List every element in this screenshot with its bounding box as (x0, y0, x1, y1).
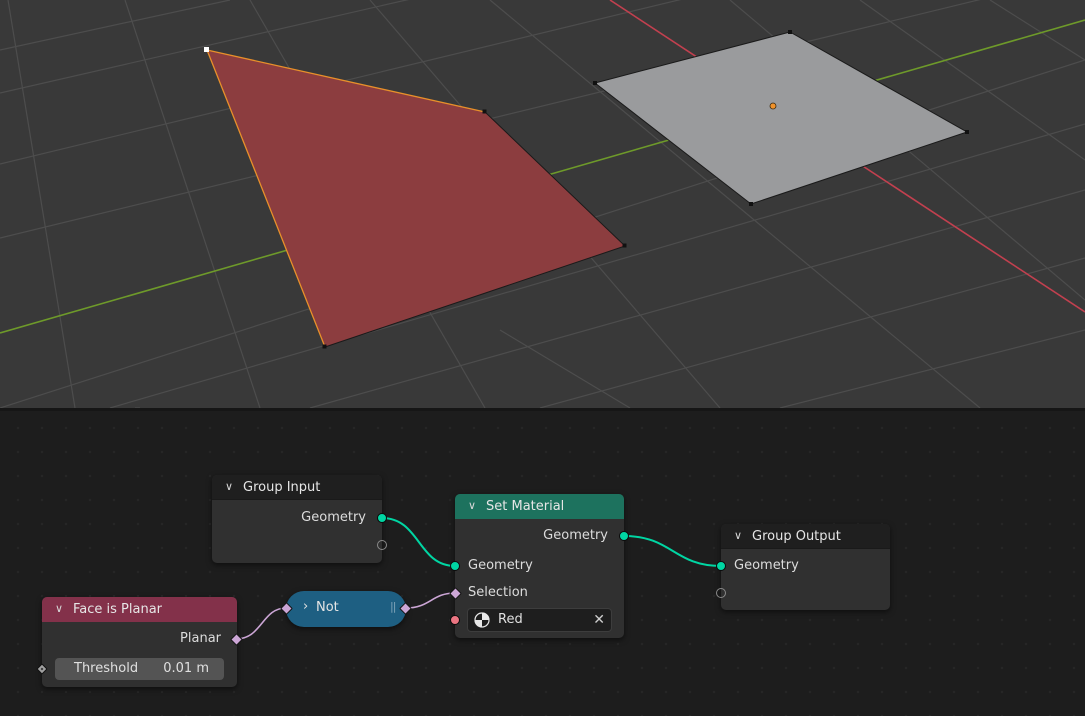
viewport-canvas[interactable] (0, 0, 1085, 408)
link-not-to-selection[interactable] (405, 592, 456, 609)
group-input-node[interactable]: ∨ Group Input Geometry (212, 475, 387, 563)
input-label-geometry: Geometry (468, 558, 533, 573)
not-node[interactable]: › Not || (280, 591, 412, 627)
collapse-chevron-icon[interactable]: ∨ (55, 596, 67, 621)
vertex[interactable] (788, 30, 792, 34)
output-socket-geometry[interactable] (619, 531, 629, 541)
input-socket-threshold[interactable] (36, 663, 48, 675)
input-socket-empty[interactable] (716, 588, 726, 598)
planar-face[interactable] (207, 50, 625, 347)
output-socket-empty[interactable] (377, 540, 387, 550)
link-set-material-to-output[interactable] (623, 535, 722, 567)
set-material-node[interactable]: ∨ Set Material Geometry Geometry Selectio… (449, 494, 629, 638)
threshold-value: 0.01 m (163, 661, 209, 676)
hidden-sockets-icon: || (390, 600, 397, 613)
node-title: Group Input (243, 480, 321, 495)
node-title: Group Output (752, 529, 841, 544)
collapse-chevron-icon[interactable]: ∨ (225, 474, 237, 499)
output-socket-geometry[interactable] (377, 513, 387, 523)
group-output-node[interactable]: ∨ Group Output Geometry (716, 524, 890, 610)
vertex[interactable] (322, 344, 327, 349)
vertex[interactable] (965, 130, 969, 134)
node-title: Not (316, 600, 339, 615)
active-vertex[interactable] (204, 47, 209, 52)
vertex[interactable] (749, 202, 753, 206)
face-is-planar-node[interactable]: ∨ Face is Planar Planar Threshold 0.01 m (36, 597, 243, 687)
material-name: Red (498, 612, 523, 627)
input-socket-geometry[interactable] (450, 561, 460, 571)
threshold-label: Threshold (74, 661, 139, 676)
input-socket-boolean[interactable] (280, 602, 293, 615)
object-origin[interactable] (769, 102, 777, 110)
3d-viewport[interactable] (0, 0, 1085, 408)
link-geometry-input-to-set-material[interactable] (381, 517, 456, 567)
threshold-field[interactable]: Threshold 0.01 m (55, 658, 224, 680)
vertex[interactable] (593, 81, 597, 85)
vertex[interactable] (482, 109, 487, 114)
collapse-chevron-icon[interactable]: ∨ (468, 493, 480, 518)
group-input-header[interactable]: ∨ Group Input (212, 475, 382, 500)
node-editor[interactable]: ∨ Group Input Geometry ∨ Set Material Geom… (0, 411, 1085, 716)
input-socket-selection[interactable] (449, 587, 462, 600)
expand-chevron-icon[interactable]: › (303, 599, 308, 614)
input-socket-material[interactable] (450, 615, 460, 625)
output-socket-boolean[interactable] (399, 602, 412, 615)
plane-face[interactable] (593, 31, 969, 205)
node-title: Set Material (486, 499, 565, 514)
input-socket-geometry[interactable] (716, 561, 726, 571)
clear-material-icon[interactable]: ✕ (593, 609, 605, 631)
link-planar-to-not[interactable] (235, 607, 287, 640)
vertex[interactable] (622, 243, 627, 248)
input-label-selection: Selection (468, 585, 528, 600)
set-material-header[interactable]: ∨ Set Material (455, 494, 624, 519)
input-label-geometry: Geometry (734, 558, 799, 573)
output-label-planar: Planar (180, 631, 221, 646)
material-sphere-icon (474, 612, 490, 628)
collapse-chevron-icon[interactable]: ∨ (734, 523, 746, 548)
material-selector[interactable]: Red ✕ (467, 608, 612, 632)
node-title: Face is Planar (73, 602, 163, 617)
group-output-header[interactable]: ∨ Group Output (721, 524, 890, 549)
face-is-planar-header[interactable]: ∨ Face is Planar (42, 597, 237, 622)
output-socket-planar[interactable] (230, 633, 243, 646)
output-label-geometry: Geometry (543, 528, 608, 543)
output-label-geometry: Geometry (301, 510, 366, 525)
